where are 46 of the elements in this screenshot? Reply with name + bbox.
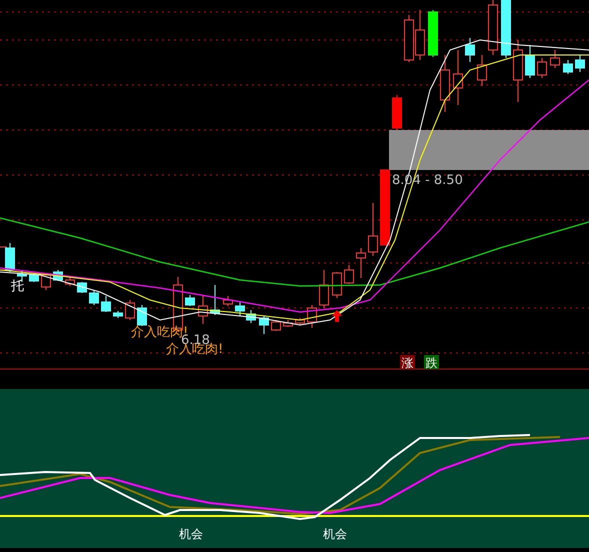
candlestick xyxy=(235,302,245,316)
candlestick xyxy=(113,310,123,318)
candlestick xyxy=(513,40,523,102)
candlestick xyxy=(283,320,293,328)
candlestick xyxy=(575,54,585,72)
candlestick xyxy=(332,272,342,298)
legend-label: 跌 xyxy=(426,356,438,370)
candlestick xyxy=(89,290,99,306)
candlestick xyxy=(29,274,39,282)
candlestick xyxy=(392,94,402,130)
candlestick xyxy=(537,58,547,78)
candlestick xyxy=(223,296,233,306)
candlestick xyxy=(307,304,317,328)
candlestick xyxy=(271,320,281,332)
candlestick xyxy=(198,296,208,324)
candlestick xyxy=(344,264,354,284)
candlestick xyxy=(319,270,329,308)
candlestick xyxy=(246,310,256,324)
signal-label: 机会 xyxy=(323,527,347,541)
buy-arrow-icon xyxy=(332,310,342,322)
candlestick xyxy=(404,14,414,62)
candlestick xyxy=(356,248,366,278)
candlestick xyxy=(77,282,87,294)
candlestick xyxy=(65,276,75,286)
candlestick xyxy=(440,54,450,112)
series-label: 托 xyxy=(11,279,24,294)
candlestick xyxy=(125,300,135,320)
candlestick xyxy=(563,60,573,74)
candlestick xyxy=(295,318,305,326)
candlestick xyxy=(259,316,269,334)
candlestick xyxy=(501,0,511,58)
candlestick xyxy=(368,202,378,256)
candlestick xyxy=(415,10,425,60)
candlestick xyxy=(185,294,195,306)
candlestick xyxy=(5,242,15,272)
candlestick xyxy=(428,10,438,58)
candlestick xyxy=(137,304,147,326)
legend-label: 涨 xyxy=(402,356,414,370)
candlestick xyxy=(465,38,475,62)
candlestick xyxy=(41,272,51,290)
candlestick xyxy=(210,284,220,316)
candlestick xyxy=(525,44,535,78)
candlestick xyxy=(101,296,111,312)
candlestick xyxy=(453,50,463,106)
candlestick xyxy=(550,50,560,68)
signal-label: 机会 xyxy=(179,527,203,541)
